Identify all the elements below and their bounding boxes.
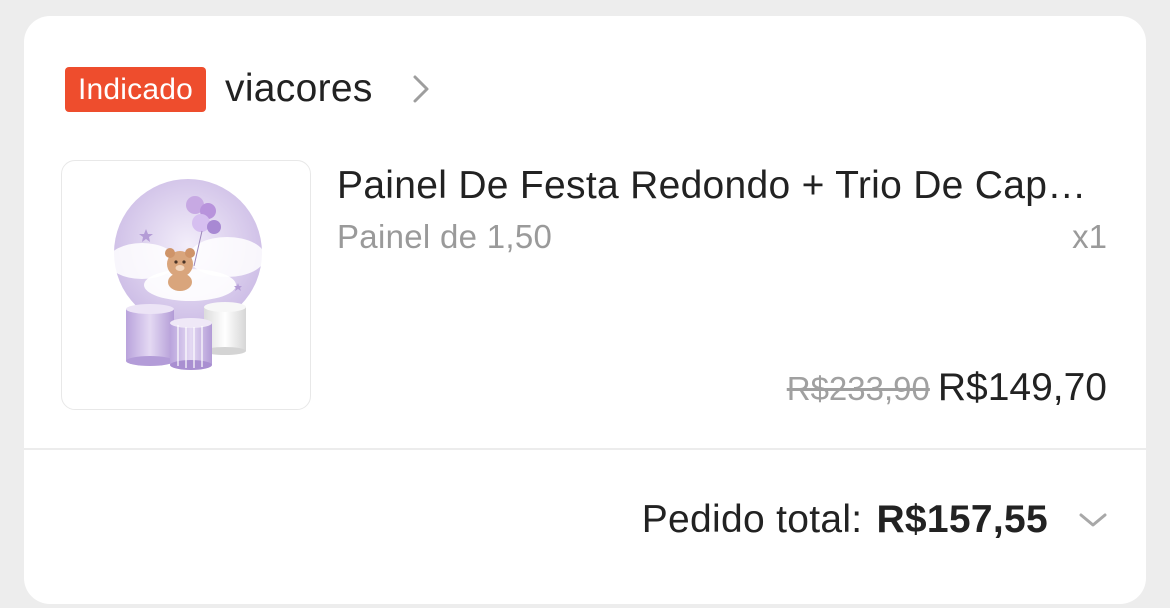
recommended-badge: Indicado <box>65 66 207 112</box>
price-row: R$233,90 R$149,70 <box>787 366 1107 410</box>
product-title[interactable]: Painel De Festa Redondo + Trio De Capas … <box>337 160 1107 212</box>
chevron-right-icon[interactable] <box>411 71 431 107</box>
shop-header[interactable]: Indicado viacores <box>65 66 431 112</box>
product-variant: Painel de 1,50 <box>337 218 553 255</box>
current-price: R$149,70 <box>937 366 1107 409</box>
product-quantity: x1 <box>1072 218 1107 255</box>
order-total-row[interactable]: Pedido total: R$157,55 <box>642 498 1110 542</box>
order-card: Indicado viacores Painel De Festa Redond… <box>24 16 1146 604</box>
divider <box>24 448 1146 450</box>
original-price: R$233,90 <box>786 370 930 407</box>
order-total-value: R$157,55 <box>876 498 1048 541</box>
order-total-label: Pedido total: <box>641 498 863 541</box>
product-image[interactable] <box>61 160 311 410</box>
shop-name[interactable]: viacores <box>225 67 373 111</box>
chevron-down-icon[interactable] <box>1076 510 1110 530</box>
